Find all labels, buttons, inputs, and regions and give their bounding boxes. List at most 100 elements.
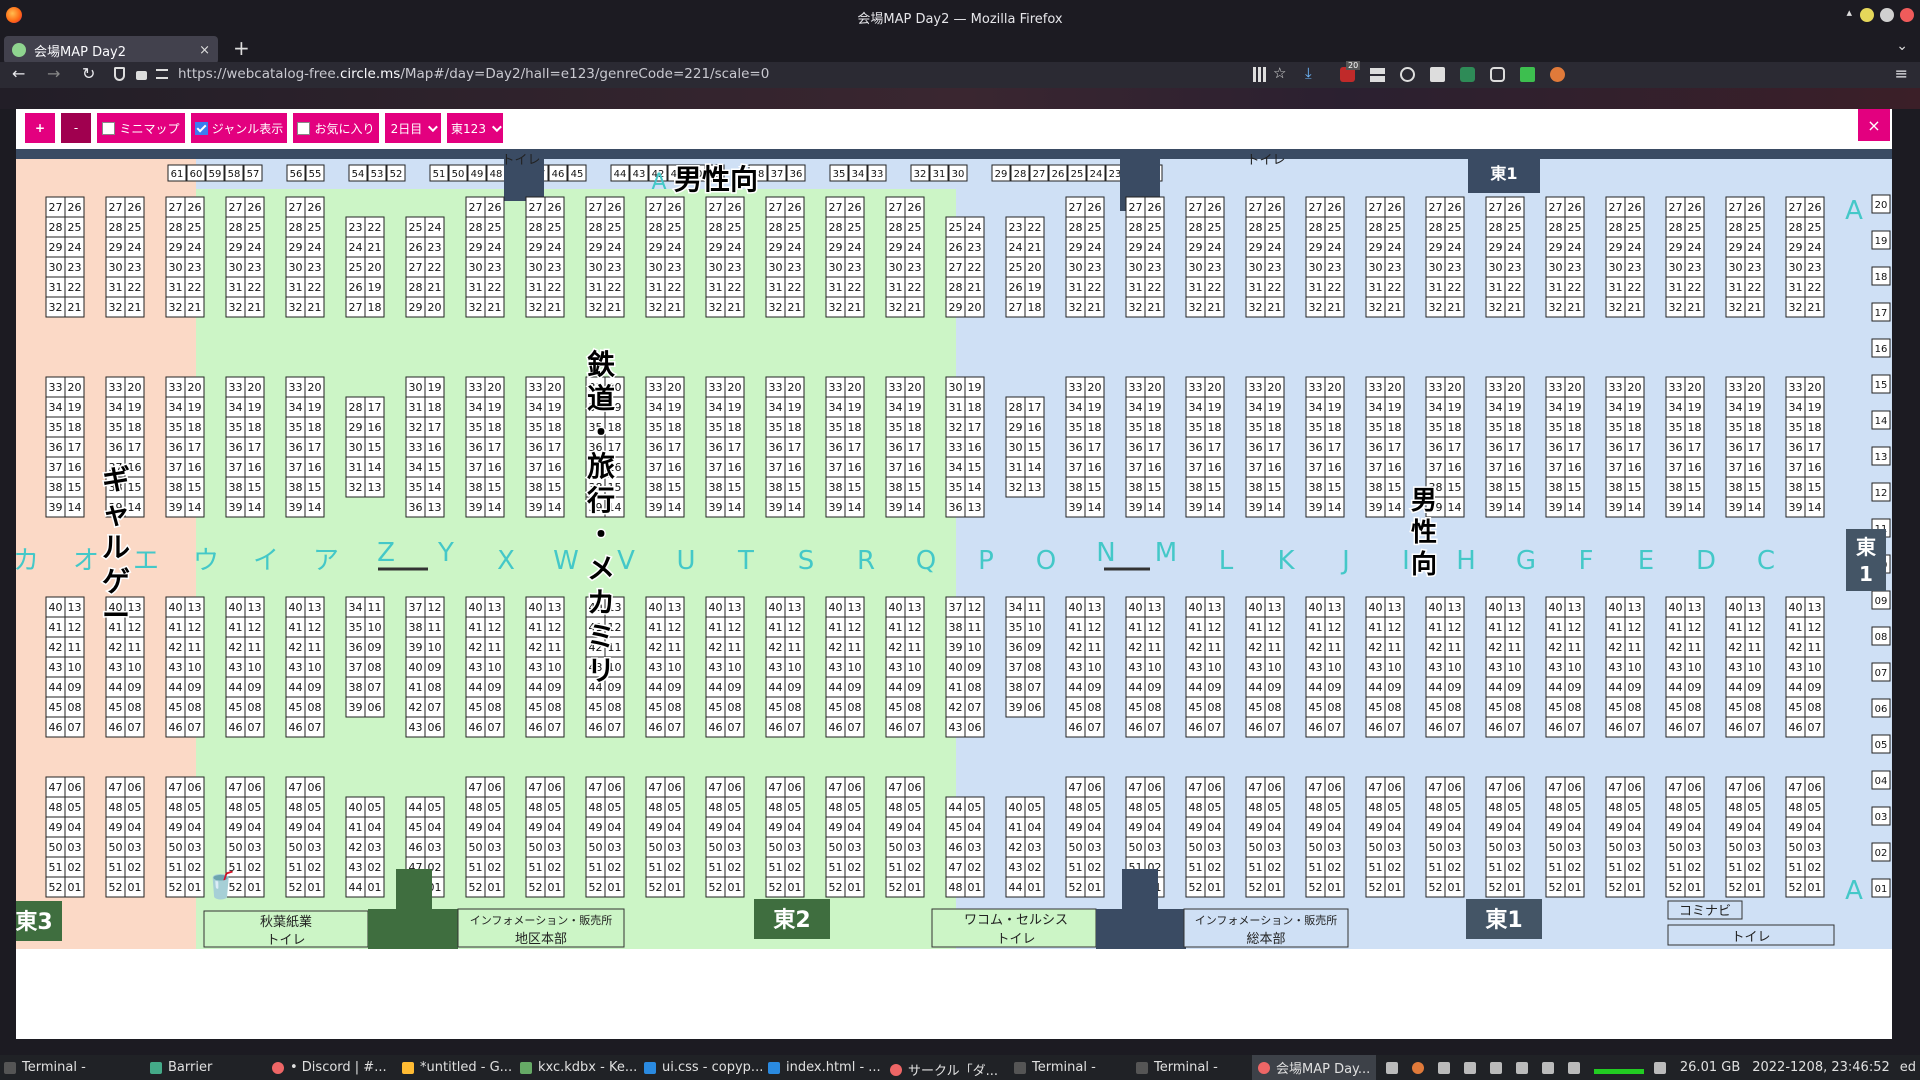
s-extension-icon[interactable] [1460, 67, 1475, 82]
circle-block-number: 14 [368, 461, 382, 474]
circle-block-number: 14 [728, 501, 742, 514]
forward-button[interactable]: → [47, 65, 60, 83]
circle-block-number: 30 [709, 261, 723, 274]
circle-block-number: 19 [1328, 401, 1342, 414]
circle-block-number: 35 [1069, 421, 1083, 434]
circle-block-number: 49 [649, 821, 663, 834]
circle-block-number: 41 [1009, 821, 1023, 834]
circle-block-number: 40 [349, 801, 363, 814]
minimap-toggle[interactable]: ミニマップ [96, 112, 186, 144]
circle-block-number: 36 [949, 501, 963, 514]
taskbar-item-keepass[interactable]: kxc.kdbx - Ke... [520, 1060, 637, 1075]
taskbar-item-gedit[interactable]: *untitled - G... [402, 1060, 512, 1075]
reload-button[interactable]: ↻ [82, 65, 95, 83]
extensions-grid-icon[interactable] [1370, 67, 1385, 82]
circle-block-number: 19 [1268, 401, 1282, 414]
circle-block-number: 02 [848, 861, 862, 874]
taskbar-item-terminal-1[interactable]: Terminal - [4, 1060, 86, 1075]
url-bar[interactable]: https://webcatalog-free.circle.ms/Map#/d… [178, 66, 769, 82]
circle-block-number: 28 [1729, 221, 1743, 234]
circle-block-number: 33 [49, 381, 63, 394]
zoom-out-button[interactable]: - [60, 112, 92, 144]
tab-close-icon[interactable]: × [199, 43, 210, 58]
window-close-button[interactable] [1900, 8, 1914, 22]
circle-block-number: 37 [49, 461, 63, 474]
taskbar-item-map-active[interactable]: 会場MAP Day... [1252, 1055, 1377, 1080]
green-extension-icon[interactable] [1520, 67, 1535, 82]
circle-block-number: 43 [949, 721, 963, 734]
circle-block-number: 45 [1789, 701, 1803, 714]
new-tab-button[interactable]: + [233, 38, 250, 58]
window-minimize-button[interactable] [1860, 8, 1874, 22]
qr-code-icon[interactable] [1253, 67, 1268, 82]
circle-block-number: 06 [1748, 781, 1762, 794]
circle-block-number: 23 [1328, 261, 1342, 274]
settings-icon[interactable] [1489, 1061, 1502, 1074]
circle-block-number: 51 [169, 861, 183, 874]
container-icon[interactable] [1490, 67, 1505, 82]
circle-block-number: 29 [1009, 421, 1023, 434]
circle-block-number: 08 [1028, 661, 1042, 674]
taskbar-item-circle[interactable]: サークル「ダ... [890, 1060, 998, 1079]
circle-block-number: 12 [1328, 621, 1342, 634]
circle-block-number: 45 [1429, 701, 1443, 714]
minimap-checkbox[interactable] [102, 121, 116, 135]
favorites-toggle[interactable]: お気に入り [292, 112, 380, 144]
venue-map[interactable]: 6160595857565554535251504948474645444342… [16, 149, 1892, 949]
reader-view-icon[interactable] [1430, 67, 1445, 82]
downloads-icon[interactable]: ⤓ [1305, 64, 1320, 82]
zoom-in-button[interactable]: + [24, 112, 56, 144]
lock-icon[interactable] [136, 71, 147, 80]
favorites-checkbox[interactable] [297, 121, 311, 135]
circle-block-number: 22 [248, 281, 262, 294]
taskbar-item-vscode-2[interactable]: index.html - ... [768, 1060, 881, 1075]
app-menu-button[interactable]: ≡ [1895, 65, 1908, 83]
circle-block-number: 11 [908, 641, 922, 654]
genre-checkbox[interactable] [194, 121, 208, 135]
circle-block-number: 32 [829, 301, 843, 314]
taskbar-item-barrier[interactable]: Barrier [150, 1060, 212, 1075]
battery-icon[interactable] [1541, 1061, 1554, 1074]
wifi-icon[interactable] [1437, 1061, 1450, 1074]
circle-block-number: 41 [289, 621, 303, 634]
circle-block-number: 16 [68, 461, 82, 474]
back-button[interactable]: ← [12, 65, 25, 83]
circle-block-number: 39 [1009, 701, 1023, 714]
circle-block-number: 20 [1028, 261, 1042, 274]
volume-icon[interactable] [1515, 1061, 1528, 1074]
permissions-icon[interactable] [156, 69, 168, 79]
circle-block-number: 43 [1009, 861, 1023, 874]
circle-block-number: 01 [1748, 881, 1762, 894]
circle-block-number: 06 [1448, 781, 1462, 794]
taskbar-item-discord[interactable]: • Discord | #... [272, 1060, 387, 1075]
circle-block-number: 14 [788, 501, 802, 514]
day-select[interactable]: 2日目 [384, 112, 442, 144]
circle-block-number: 07 [608, 721, 622, 734]
power-icon[interactable] [1400, 67, 1415, 82]
map-close-button[interactable]: × [1858, 109, 1890, 141]
bookmark-star-icon[interactable]: ☆ [1273, 64, 1288, 82]
hall-select[interactable]: 東123 [446, 112, 504, 144]
window-maximize-button[interactable] [1880, 8, 1894, 22]
circle-block-number: 21 [1748, 301, 1762, 314]
shield-icon[interactable] [114, 67, 125, 81]
bluetooth-icon[interactable] [1385, 1061, 1398, 1074]
fox-extension-icon[interactable] [1550, 67, 1565, 82]
taskbar-item-terminal-3[interactable]: Terminal - [1136, 1060, 1218, 1075]
taskbar-item-vscode-1[interactable]: ui.css - copyp... [644, 1060, 763, 1075]
notifications-icon[interactable] [1567, 1061, 1580, 1074]
circle-block-number: 22 [728, 281, 742, 294]
circle-block-number: 46 [1429, 721, 1443, 734]
minimize-icon[interactable]: ▴ [1846, 6, 1852, 19]
ublock-icon[interactable]: 20 [1340, 61, 1361, 82]
tab-active[interactable]: 会場MAP Day2 × [4, 36, 218, 64]
genre-toggle[interactable]: ジャンル表示 [190, 112, 288, 144]
circle-block-number: 08 [1148, 701, 1162, 714]
circle-block-number: 29 [949, 301, 963, 314]
circle-block-number: 43 [1549, 661, 1563, 674]
taskbar-item-terminal-2[interactable]: Terminal - [1014, 1060, 1096, 1075]
bluetooth-2-icon[interactable] [1463, 1061, 1476, 1074]
circle-block-number: 32 [1789, 301, 1803, 314]
list-all-tabs-chevron-icon[interactable]: ⌄ [1896, 38, 1908, 54]
firefox-tray-icon[interactable] [1411, 1061, 1424, 1074]
